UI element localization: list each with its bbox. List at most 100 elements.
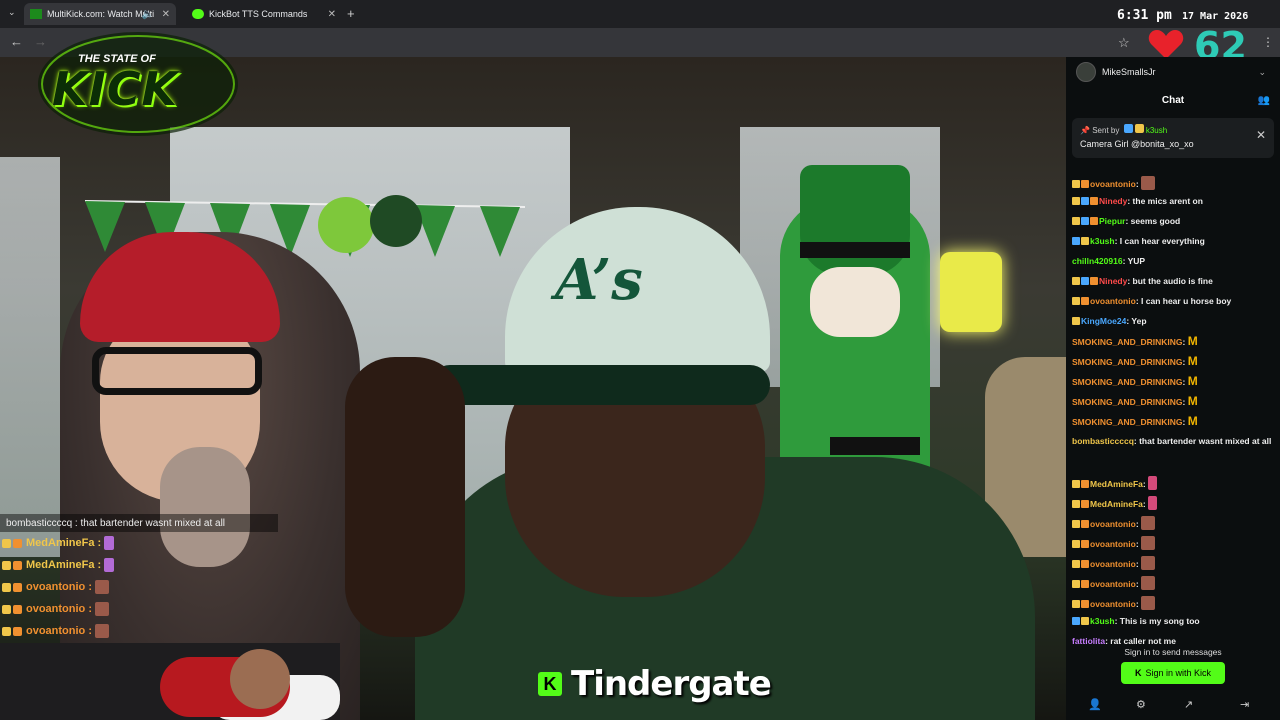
badge-icon <box>1081 197 1089 205</box>
chat-message: ovoantonio: <box>1072 571 1276 591</box>
chat-message: ovoantonio: <box>1072 531 1276 551</box>
tab-label: KickBot TTS Commands <box>209 9 308 19</box>
chat-username[interactable]: ovoantonio <box>1090 179 1136 189</box>
mcdonalds-emote-icon: M <box>1187 374 1198 388</box>
overlay-chat: bombasticcccq : that bartender wasnt mix… <box>0 514 278 642</box>
chat-username[interactable]: SMOKING_AND_DRINKING <box>1072 377 1183 387</box>
leprechaun-face <box>810 267 900 337</box>
bookmark-star-icon[interactable]: ☆ <box>1118 35 1130 51</box>
chat-username[interactable]: SMOKING_AND_DRINKING <box>1072 337 1183 347</box>
chevron-down-icon[interactable]: ⌄ <box>1258 67 1266 78</box>
close-tab-icon[interactable]: ✕ <box>162 9 170 20</box>
popout-icon[interactable]: ↗ <box>1184 698 1193 711</box>
cap-brim <box>430 365 770 405</box>
badge-icon <box>1081 277 1089 285</box>
chat-username[interactable]: ovoantonio <box>1090 599 1136 609</box>
overlay-chat-line: bombasticcccq : that bartender wasnt mix… <box>0 514 278 532</box>
chat-username[interactable]: KingMoe24 <box>1081 316 1126 326</box>
exit-chat-icon[interactable]: ⇥ <box>1240 698 1249 711</box>
chat-username[interactable]: fattiolita <box>1072 636 1105 646</box>
honeycomb-ball <box>318 197 374 253</box>
overlay-chat-user: ovoantonio <box>26 625 86 637</box>
chat-username[interactable]: ovoantonio <box>1090 519 1136 529</box>
chat-title-bar: Chat 👥 <box>1066 87 1280 113</box>
chat-text: the mics arent on <box>1132 196 1203 206</box>
chat-username[interactable]: Ninedy <box>1099 276 1127 286</box>
tab-search-icon[interactable]: ⌄ <box>8 7 16 18</box>
tab-kickbot[interactable]: KickBot TTS Commands ✕ <box>186 3 342 25</box>
channel-avatar <box>1076 62 1096 82</box>
emote-icon <box>1141 176 1156 190</box>
add-user-icon[interactable]: 👤 <box>1088 698 1102 711</box>
chat-username[interactable]: ovoantonio <box>1090 539 1136 549</box>
emote-icon <box>1141 596 1156 610</box>
pin-icon: 📌 <box>1080 126 1090 135</box>
overlay-chat-text: that bartender wasnt mixed at all <box>80 517 226 529</box>
mute-icon[interactable]: 🔈 <box>142 9 154 20</box>
overlay-chat-user: ovoantonio <box>26 581 86 593</box>
chat-message: ovoantonio: <box>1072 591 1276 611</box>
overlay-chat-line: ovoantonio : <box>0 620 278 642</box>
signin-button-label: Sign in with Kick <box>1145 668 1212 678</box>
chat-username[interactable]: Ninedy <box>1099 196 1127 206</box>
chat-messages: ovoantonio: Ninedy: the mics arent on Pi… <box>1072 171 1276 651</box>
pinned-text: Camera Girl @bonita_xo_xo <box>1080 139 1194 149</box>
badge-icon <box>1081 297 1089 305</box>
chat-text: rat caller not me <box>1110 636 1176 646</box>
badge-icon <box>13 538 22 548</box>
chat-username[interactable]: k3ush <box>1090 616 1115 626</box>
close-tab-icon[interactable]: ✕ <box>328 9 336 20</box>
badge-icon <box>1072 237 1080 245</box>
chat-username[interactable]: ovoantonio <box>1090 296 1136 306</box>
chat-username[interactable]: ovoantonio <box>1090 579 1136 589</box>
new-tab-button[interactable]: + <box>347 6 355 21</box>
chat-message: KingMoe24: Yep <box>1072 311 1276 331</box>
close-pinned-icon[interactable]: ✕ <box>1256 128 1266 142</box>
chat-username[interactable]: ovoantonio <box>1090 559 1136 569</box>
heart-icon <box>1148 30 1184 59</box>
chat-username[interactable]: chilln420916 <box>1072 256 1123 266</box>
emote-icon <box>95 602 110 616</box>
badge-icon <box>2 604 11 614</box>
signin-prompt: Sign in to send messages <box>1124 647 1222 657</box>
gear-icon[interactable]: ⚙ <box>1136 698 1146 711</box>
badge-icon <box>1072 600 1080 608</box>
chat-message: ovoantonio: I can hear u horse boy <box>1072 291 1276 311</box>
chat-username[interactable]: SMOKING_AND_DRINKING <box>1072 397 1183 407</box>
emote-icon <box>1141 516 1156 530</box>
badge-icon <box>1081 217 1089 225</box>
chat-username[interactable]: MedAmineFa <box>1090 499 1143 509</box>
badge-icon <box>2 538 11 548</box>
chat-message: ovoantonio: <box>1072 511 1276 531</box>
chat-username[interactable]: bombasticcccq <box>1072 436 1134 446</box>
chat-message: k3ush: I can hear everything <box>1072 231 1276 251</box>
emote-icon <box>104 536 115 550</box>
browser-menu-icon[interactable]: ⋮ <box>1262 35 1274 49</box>
pinned-user[interactable]: k3ush <box>1146 126 1167 135</box>
chat-title: Chat <box>1161 94 1185 106</box>
chat-username[interactable]: SMOKING_AND_DRINKING <box>1072 417 1183 427</box>
badge-icon <box>1123 124 1133 133</box>
badge-icon <box>1072 500 1080 508</box>
tab-multikick[interactable]: MultiKick.com: Watch Multi 🔈 ✕ <box>24 3 176 25</box>
chat-username[interactable]: k3ush <box>1090 236 1115 246</box>
chat-username[interactable]: MedAmineFa <box>1090 479 1143 489</box>
chat-text: I can hear u horse boy <box>1141 296 1232 306</box>
signin-button[interactable]: K Sign in with Kick <box>1121 662 1225 684</box>
kickbot-favicon-icon <box>192 9 204 19</box>
badge-icon <box>13 582 22 592</box>
chat-text: I can hear everything <box>1119 236 1205 246</box>
chat-username[interactable]: Piepur <box>1099 216 1125 226</box>
badge-icon <box>1072 297 1080 305</box>
back-icon[interactable]: ← <box>10 34 23 49</box>
tab-label: MultiKick.com: Watch Multi <box>47 9 155 19</box>
kick-logo-icon: K <box>538 672 562 696</box>
chatters-icon[interactable]: 👥 <box>1258 95 1270 106</box>
badge-icon <box>1081 617 1089 625</box>
channel-header[interactable]: MikeSmallsJr ⌄ <box>1066 57 1280 87</box>
cap-logo: A’s <box>555 247 643 313</box>
badge-icon <box>1072 617 1080 625</box>
chat-username[interactable]: SMOKING_AND_DRINKING <box>1072 357 1183 367</box>
emote-icon <box>95 580 110 594</box>
banner-text: Tindergate <box>571 664 772 704</box>
